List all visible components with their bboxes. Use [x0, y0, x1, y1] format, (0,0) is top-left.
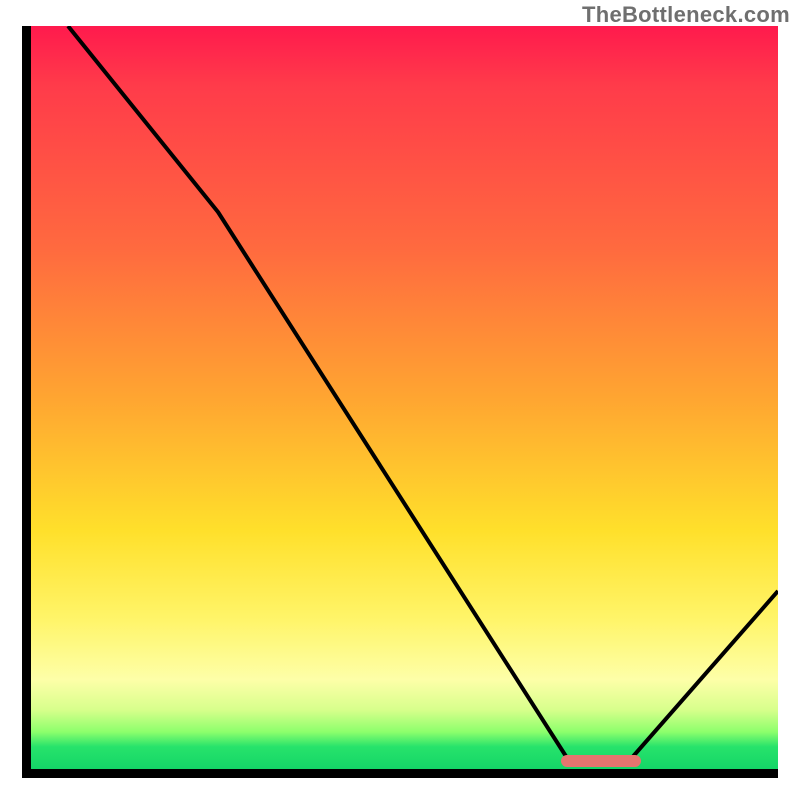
optimal-range-marker: [561, 755, 641, 767]
curve-overlay: [31, 26, 778, 769]
watermark-text: TheBottleneck.com: [582, 2, 790, 28]
plot-area: [22, 26, 778, 778]
chart-root: TheBottleneck.com: [0, 0, 800, 800]
main-curve: [68, 26, 778, 761]
